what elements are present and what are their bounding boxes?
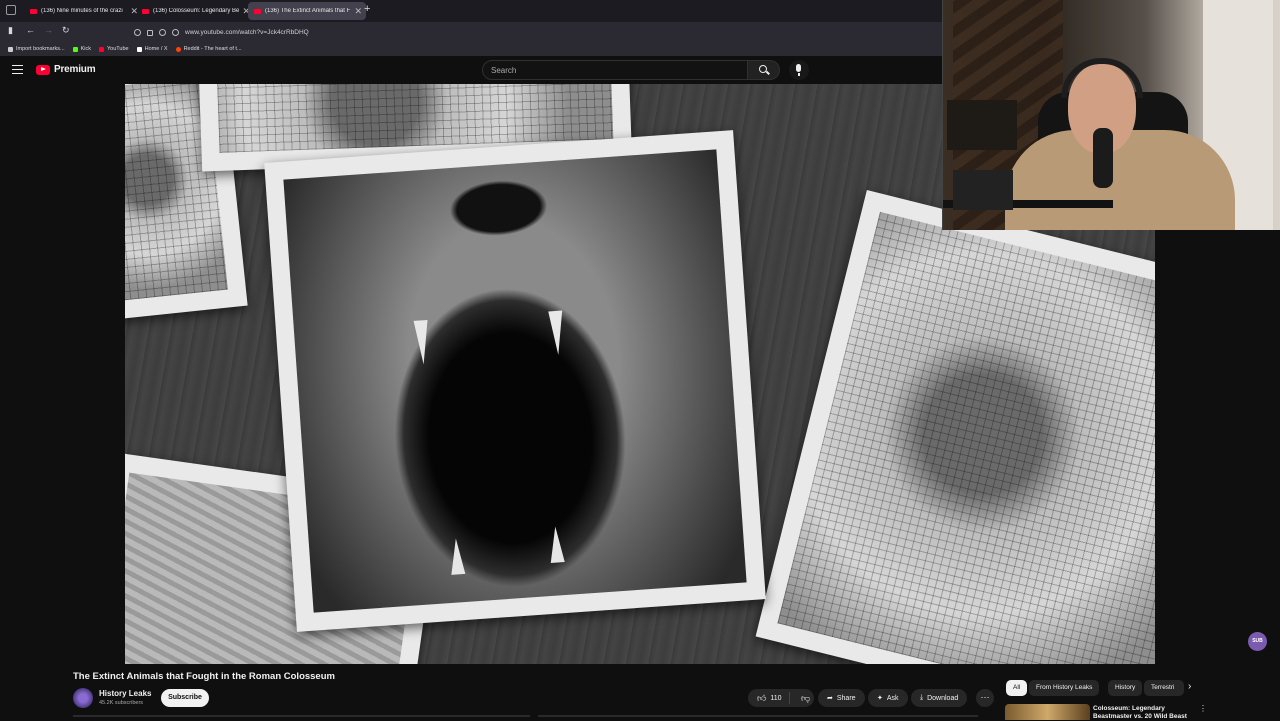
share-button[interactable]: ➦ Share [818, 689, 865, 707]
chevron-right-icon[interactable]: › [1188, 681, 1191, 692]
import-icon [8, 46, 13, 52]
ask-button[interactable]: ✦ Ask [868, 689, 908, 707]
suggested-video-thumbnail[interactable] [1005, 704, 1090, 720]
fang [413, 319, 431, 365]
headphones [1061, 58, 1143, 98]
microphone [1093, 128, 1113, 188]
kick-icon [72, 46, 78, 52]
sparkle-icon: ✦ [877, 695, 883, 702]
privacy-icon[interactable] [172, 29, 179, 36]
thumbs-down-icon: 👎︎ [801, 692, 811, 703]
youtube-icon [99, 46, 104, 52]
shelf [947, 100, 1017, 150]
more-vert-icon[interactable]: ⋮ [1199, 704, 1207, 713]
fang [548, 526, 565, 563]
chip-all[interactable]: All [1006, 680, 1028, 696]
webcam-overlay [942, 0, 1280, 230]
youtube-play-icon [36, 64, 50, 75]
tab-title: (136) Colosseum: Legendary Be [153, 8, 240, 14]
browser-tab-active[interactable]: (136) The Extinct Animals that F ✕ [248, 2, 366, 20]
voice-search-icon[interactable] [789, 60, 809, 80]
share-label: Share [836, 694, 856, 702]
url-text[interactable]: www.youtube.com/watch?v=Jck4crRbDHQ [185, 29, 309, 36]
video-title: The Extinct Animals that Fought in the R… [73, 671, 335, 682]
tab-list-icon[interactable] [6, 5, 16, 15]
youtube-favicon-icon [142, 8, 149, 14]
tab-title: (136) The Extinct Animals that F [265, 8, 351, 14]
x-icon [136, 46, 142, 52]
browser-tab[interactable]: (136) Colosseum: Legendary Be ✕ [136, 2, 254, 20]
download-label: Download [927, 694, 959, 702]
like-dislike-group: 👍︎ 110 👎︎ [748, 689, 814, 707]
mosaic-image [777, 211, 1155, 664]
photo-card-right [755, 190, 1155, 664]
sidebar-toggle-icon[interactable]: ▮ [8, 25, 13, 36]
fang [448, 538, 466, 575]
bookmark-reddit[interactable]: Reddit - The heart of t... [175, 46, 242, 52]
chip-from-channel[interactable]: From History Leaks [1029, 680, 1100, 696]
close-icon[interactable]: ✕ [354, 6, 362, 17]
lock-icon[interactable] [147, 29, 153, 36]
youtube-favicon-icon [254, 8, 261, 14]
new-tab-icon[interactable]: + [364, 3, 370, 15]
reddit-icon [175, 46, 181, 52]
photo-card-bear [264, 130, 766, 632]
subscribe-button[interactable]: Subscribe [161, 689, 209, 707]
chip-terrestrial[interactable]: Terrestri [1144, 680, 1184, 696]
bookmark-import[interactable]: Import bookmarks... [8, 46, 65, 52]
download-button[interactable]: ⤓ Download [911, 689, 968, 707]
bear-image [283, 149, 747, 613]
bookmark-kick[interactable]: Kick [72, 46, 91, 52]
more-actions-icon[interactable]: ⋯ [976, 689, 994, 707]
like-count: 110 [770, 694, 782, 702]
permissions-icon[interactable] [159, 29, 166, 36]
search-input[interactable]: Search [482, 60, 748, 80]
browser-tab[interactable]: (136) Nine minutes of the crazi ✕ [24, 2, 142, 20]
back-icon[interactable]: ← [26, 25, 35, 35]
thumbs-up-icon: 👍︎ [757, 692, 767, 703]
bookmark-x[interactable]: Home / X [136, 46, 168, 52]
dislike-button[interactable]: 👎︎ [794, 693, 810, 704]
brand-label: Premium [54, 64, 96, 75]
forward-icon[interactable]: → [44, 25, 53, 35]
menu-icon[interactable] [12, 65, 23, 74]
like-button[interactable]: 👍︎ 110 [748, 692, 790, 704]
youtube-logo[interactable]: Premium [36, 64, 96, 75]
download-icon: ⤓ [920, 694, 924, 701]
channel-name[interactable]: History Leaks [99, 689, 151, 698]
bookmark-youtube[interactable]: YouTube [99, 46, 129, 52]
subscriber-count: 45.2K subscribers [99, 700, 144, 706]
search-icon [759, 65, 767, 73]
shield-icon[interactable] [134, 29, 141, 36]
suggested-video-title[interactable]: Colosseum: Legendary Beastmaster vs. 20 … [1093, 705, 1193, 721]
divider [538, 715, 978, 717]
ask-label: Ask [886, 694, 899, 702]
subscribe-watermark[interactable]: SUB [1248, 632, 1267, 651]
tab-title: (136) Nine minutes of the crazi [41, 8, 123, 14]
address-bar[interactable]: www.youtube.com/watch?v=Jck4crRbDHQ [134, 25, 934, 40]
chip-history[interactable]: History [1108, 680, 1143, 696]
monitor [953, 170, 1013, 210]
youtube-favicon-icon [30, 8, 37, 14]
fang [548, 310, 566, 356]
channel-avatar[interactable] [73, 688, 93, 708]
search-button[interactable] [748, 60, 780, 80]
share-icon: ➦ [827, 695, 833, 702]
divider [73, 715, 530, 717]
reload-icon[interactable]: ↻ [62, 25, 70, 36]
